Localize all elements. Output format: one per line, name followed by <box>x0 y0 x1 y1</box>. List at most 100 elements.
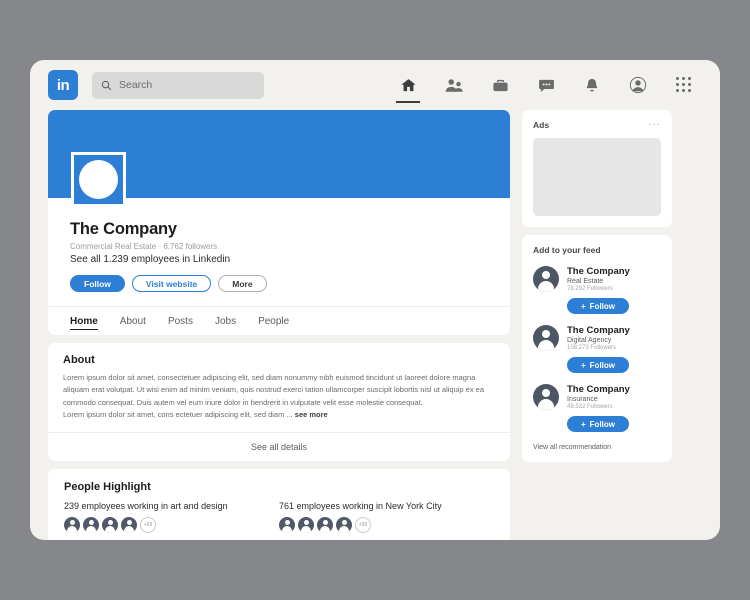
ads-card: Ads ··· <box>522 110 672 227</box>
avatar-overflow-badge[interactable]: +99 <box>355 516 371 533</box>
feed-company-category: Real Estate <box>567 278 604 285</box>
search-input[interactable]: Search <box>92 71 264 99</box>
tab-home[interactable]: Home <box>70 307 98 335</box>
company-profile-card: The Company Commercial Real Estate · 6.7… <box>48 110 510 335</box>
avatar <box>336 516 352 533</box>
ads-overflow-menu-icon[interactable]: ··· <box>648 120 661 130</box>
feed-suggestion-item: The Company Real Estate 78.292 Followers… <box>533 266 661 314</box>
avatar <box>83 516 99 533</box>
avatar <box>533 266 559 292</box>
feed-follow-label: Follow <box>589 419 615 429</box>
employees-link[interactable]: See all 1.239 employees in Linkedin <box>70 254 488 265</box>
company-meta: Commercial Real Estate · 6.762 followers <box>70 242 218 251</box>
avatar <box>121 516 137 533</box>
nav-icon-group <box>396 70 702 103</box>
feed-follow-button[interactable]: + Follow <box>567 357 629 373</box>
company-banner <box>48 110 510 207</box>
feed-suggestion-text: The Company Digital Agency 108.273 Follo… <box>567 325 630 351</box>
see-all-details-button[interactable]: See all details <box>48 431 510 461</box>
feed-company-name[interactable]: The Company <box>567 384 630 395</box>
view-all-recommendation-link[interactable]: View all recommendation <box>533 444 661 451</box>
see-more-link[interactable]: see more <box>295 410 328 419</box>
people-highlight-headline: 239 employees working in art and design <box>64 500 228 511</box>
nav-item-apps[interactable] <box>672 70 696 100</box>
add-to-feed-card: Add to your feed The Company Real Estate… <box>522 235 672 462</box>
nav-item-messaging[interactable] <box>534 70 558 100</box>
avatar <box>533 325 559 351</box>
visit-website-button[interactable]: Visit website <box>131 275 212 292</box>
feed-suggestion-row: The Company Insurance 49.532 Followers <box>533 384 661 410</box>
feed-follower-count: 78.292 Followers <box>567 286 613 292</box>
about-body: About Lorem ipsum dolor sit amet, consec… <box>48 343 510 432</box>
people-highlight-note: Lorem ipsum dolor sit amet, consectetuer <box>279 540 494 541</box>
avatar <box>533 384 559 410</box>
people-highlight-columns: 239 employees working in art and design … <box>64 500 494 541</box>
feed-follow-button[interactable]: + Follow <box>567 416 629 432</box>
nav-item-profile[interactable] <box>626 70 650 100</box>
add-to-feed-title: Add to your feed <box>533 245 601 255</box>
profile-action-buttons: Follow Visit website More <box>70 275 488 292</box>
person-avatar-icon <box>629 76 647 94</box>
company-logo-frame[interactable] <box>71 152 126 207</box>
company-profile-details: The Company Commercial Real Estate · 6.7… <box>48 198 510 306</box>
feed-follow-label: Follow <box>589 301 615 311</box>
sidebar: Ads ··· Add to your feed The Company Rea… <box>522 110 672 540</box>
avatar-stack: +99 <box>279 516 494 533</box>
feed-follow-button[interactable]: + Follow <box>567 298 629 314</box>
plus-icon: + <box>581 360 586 370</box>
tab-jobs[interactable]: Jobs <box>215 307 236 335</box>
add-to-feed-body: Add to your feed The Company Real Estate… <box>522 235 672 462</box>
ad-image-placeholder[interactable] <box>533 138 661 216</box>
avatar-overflow-badge[interactable]: +99 <box>140 516 156 533</box>
linkedin-logo[interactable]: in <box>48 70 78 100</box>
feed-follow-label: Follow <box>589 360 615 370</box>
search-placeholder: Search <box>119 79 153 91</box>
company-logo-circle <box>79 160 118 199</box>
page-title: The Company <box>70 220 177 238</box>
ads-body: Ads ··· <box>522 110 672 227</box>
tab-posts[interactable]: Posts <box>168 307 193 335</box>
about-paragraph-2: Lorem ipsum dolor sit amet, cons ectetue… <box>63 409 495 421</box>
grid-apps-icon <box>676 77 692 93</box>
follow-button[interactable]: Follow <box>70 275 125 292</box>
nav-item-home[interactable] <box>396 70 420 103</box>
bell-icon <box>586 78 598 91</box>
content-area: The Company Commercial Real Estate · 6.7… <box>30 110 720 540</box>
people-highlight-note: Lorem ipsum dolor sit amet, consectetuer <box>64 540 279 541</box>
about-paragraph: Lorem ipsum dolor sit amet, consectetuer… <box>63 373 485 407</box>
plus-icon: + <box>581 301 586 311</box>
message-bubble-icon <box>538 79 554 92</box>
people-highlight-card: People Highlight 239 employees working i… <box>48 468 510 541</box>
top-navigation-bar: in Search <box>30 60 720 110</box>
about-paragraph-2-text: Lorem ipsum dolor sit amet, cons ectetue… <box>63 410 293 420</box>
feed-company-category: Insurance <box>567 396 598 403</box>
feed-suggestion-text: The Company Real Estate 78.292 Followers <box>567 266 630 292</box>
feed-company-name[interactable]: The Company <box>567 266 630 277</box>
feed-suggestion-text: The Company Insurance 49.532 Followers <box>567 384 630 410</box>
tab-about[interactable]: About <box>120 307 146 335</box>
tab-people[interactable]: People <box>258 307 289 335</box>
feed-suggestion-item: The Company Digital Agency 108.273 Follo… <box>533 325 661 373</box>
ads-header: Ads ··· <box>533 120 661 131</box>
feed-suggestion-item: The Company Insurance 49.532 Followers +… <box>533 384 661 432</box>
feed-company-name[interactable]: The Company <box>567 325 630 336</box>
avatar <box>64 516 80 533</box>
people-highlight-column-2: 761 employees working in New York City +… <box>279 500 494 541</box>
people-highlight-headline: 761 employees working in New York City <box>279 500 442 511</box>
briefcase-icon <box>492 79 508 91</box>
avatar-stack: +99 <box>64 516 279 533</box>
nav-item-jobs[interactable] <box>488 70 512 100</box>
feed-follower-count: 108.273 Followers <box>567 345 617 351</box>
more-button[interactable]: More <box>218 275 267 292</box>
feed-company-category: Digital Agency <box>567 337 612 344</box>
main-column: The Company Commercial Real Estate · 6.7… <box>48 110 510 540</box>
ads-title: Ads <box>533 120 550 130</box>
about-card: About Lorem ipsum dolor sit amet, consec… <box>48 343 510 461</box>
feed-follower-count: 49.532 Followers <box>567 404 613 410</box>
profile-tabs: Home About Posts Jobs People <box>48 306 510 335</box>
home-icon <box>400 78 416 91</box>
feed-suggestion-row: The Company Digital Agency 108.273 Follo… <box>533 325 661 351</box>
people-highlight-body: People Highlight 239 employees working i… <box>48 469 510 541</box>
nav-item-network[interactable] <box>442 70 466 100</box>
nav-item-notifications[interactable] <box>580 70 604 100</box>
